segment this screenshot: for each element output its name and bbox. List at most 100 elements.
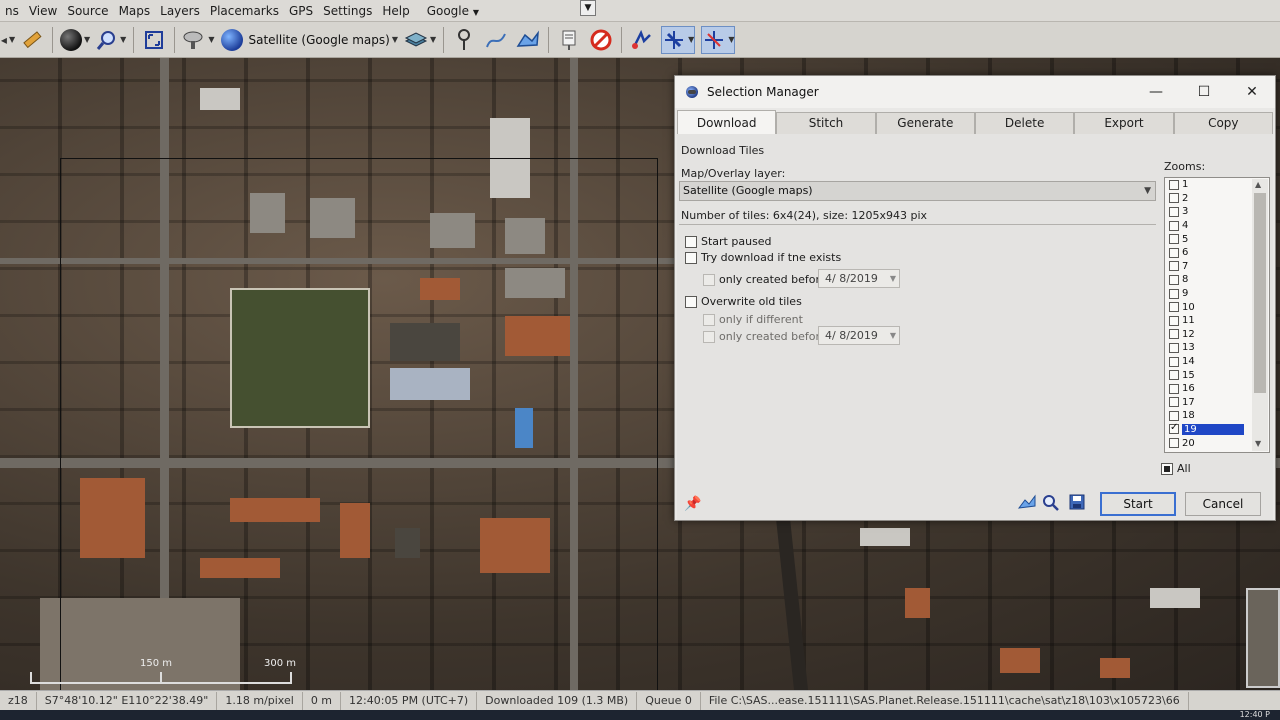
tab-generate[interactable]: Generate — [875, 112, 975, 134]
zoom-checkbox[interactable] — [1169, 206, 1179, 217]
all-zooms-option[interactable]: All — [1161, 462, 1191, 475]
only-if-different-option[interactable]: only if different — [703, 313, 803, 326]
scroll-up-icon[interactable]: ▲ — [1255, 180, 1261, 189]
tab-stitch[interactable]: Stitch — [776, 112, 876, 134]
toolbar-separator — [133, 26, 135, 53]
zoom-checkbox[interactable] — [1169, 247, 1179, 258]
zoom-checkbox[interactable] — [1169, 438, 1179, 449]
map-source-selector[interactable]: Satellite (Google maps) ▼ — [221, 26, 398, 54]
toolbar-separator — [52, 26, 53, 53]
menu-view[interactable]: View — [24, 4, 62, 18]
status-queue: Queue 0 — [637, 691, 701, 710]
minimize-button[interactable]: — — [1141, 81, 1171, 103]
try-download-option[interactable]: Try download if tne exists — [685, 251, 841, 264]
menu-partial[interactable]: ns — [0, 4, 24, 18]
try-download-checkbox[interactable] — [685, 251, 697, 264]
close-button[interactable]: ✕ — [1237, 81, 1267, 103]
zoom-checkbox[interactable] — [1169, 288, 1179, 299]
download-panel: Download Tiles Map/Overlay layer: Satell… — [677, 134, 1273, 520]
tab-delete[interactable]: Delete — [974, 112, 1075, 134]
only-created-before-checkbox-2[interactable] — [703, 330, 715, 343]
collapse-toolbar-icon[interactable]: ▼ — [580, 0, 596, 16]
only-created-before-label-1: only created before — [719, 273, 827, 286]
cancel-button[interactable]: Cancel — [1185, 492, 1261, 516]
satellite-dish-icon[interactable]: ▼ — [182, 26, 214, 54]
zoom-checkbox[interactable] — [1169, 179, 1179, 190]
start-paused-checkbox[interactable] — [685, 235, 697, 248]
fullscreen-icon[interactable] — [141, 26, 167, 54]
app-icon — [685, 85, 699, 99]
placemark-icon[interactable] — [451, 26, 477, 54]
zoom-checkbox[interactable] — [1169, 342, 1179, 353]
minimap[interactable] — [1246, 588, 1280, 688]
overwrite-option[interactable]: Overwrite old tiles — [685, 295, 802, 308]
overwrite-checkbox[interactable] — [685, 295, 697, 308]
zoom-checkbox[interactable] — [1169, 315, 1179, 326]
zoom-list-scrollbar[interactable]: ▲ ▼ — [1252, 179, 1268, 451]
start-button[interactable]: Start — [1100, 492, 1176, 516]
only-created-before-option-1[interactable]: only created before — [703, 273, 827, 286]
tab-download[interactable]: Download — [677, 110, 777, 134]
menu-source[interactable]: Source — [62, 4, 113, 18]
zoom-checkbox[interactable] — [1169, 261, 1179, 272]
scroll-down-icon[interactable]: ▼ — [1255, 439, 1261, 448]
polygon-icon[interactable] — [515, 26, 541, 54]
menu-layers[interactable]: Layers — [155, 4, 205, 18]
only-created-before-checkbox-1[interactable] — [703, 273, 715, 286]
zoom-checkbox[interactable] — [1169, 220, 1179, 231]
menu-maps[interactable]: Maps — [114, 4, 156, 18]
all-zooms-checkbox[interactable] — [1161, 462, 1173, 475]
select-on-map-icon[interactable] — [1017, 494, 1037, 514]
zoom-to-selection-icon[interactable] — [1041, 494, 1061, 514]
zoom-checkbox[interactable] — [1169, 302, 1179, 313]
save-icon[interactable] — [1067, 494, 1087, 514]
zoom-checkbox[interactable] — [1169, 397, 1179, 408]
menu-help[interactable]: Help — [377, 4, 414, 18]
zoom-magnifier-icon[interactable]: ▼ — [96, 26, 126, 54]
start-paused-option[interactable]: Start paused — [685, 235, 772, 248]
menu-settings[interactable]: Settings — [318, 4, 377, 18]
menu-placemarks[interactable]: Placemarks — [205, 4, 284, 18]
dialog-titlebar[interactable]: Selection Manager — ☐ ✕ — [675, 76, 1275, 108]
zoom-checkbox[interactable] — [1169, 193, 1179, 204]
menu-google[interactable]: Google ▼ — [421, 4, 485, 18]
move-tool-icon[interactable]: ◂ ▼ — [1, 26, 15, 54]
date-picker-1[interactable]: 4/ 8/2019 ▼ — [818, 269, 900, 288]
chevron-down-icon: ▼ — [889, 331, 896, 340]
zoom-checkbox[interactable] — [1169, 370, 1179, 381]
zoom-level: 9 — [1182, 288, 1189, 300]
zoom-list[interactable]: 1 2 3 4 5 6 7 8 9 10 11 12 13 14 15 16 1… — [1164, 177, 1270, 453]
dialog-tabs: Download Stitch Generate Delete Export C… — [677, 110, 1273, 134]
layers-icon[interactable]: ▼ — [404, 26, 436, 54]
zoom-checkbox-checked[interactable] — [1169, 422, 1179, 435]
maximize-button[interactable]: ☐ — [1189, 81, 1219, 103]
tab-export[interactable]: Export — [1074, 112, 1174, 134]
zoom-checkbox[interactable] — [1169, 383, 1179, 394]
toolbar: ◂ ▼ ▼ ▼ ▼ Satellite (Google maps) ▼ ▼ ▼ ▼ — [0, 22, 1280, 58]
gps-track-icon[interactable] — [629, 26, 655, 54]
zoom-checkbox[interactable] — [1169, 234, 1179, 245]
only-if-different-checkbox[interactable] — [703, 313, 715, 326]
zoom-checkbox[interactable] — [1169, 329, 1179, 340]
path-icon[interactable] — [483, 26, 509, 54]
selection-tool-2-icon[interactable]: ▼ — [701, 25, 736, 54]
zoom-checkbox[interactable] — [1169, 410, 1179, 421]
layer-label: Map/Overlay layer: — [681, 167, 786, 180]
menu-gps[interactable]: GPS — [284, 4, 318, 18]
date-picker-2[interactable]: 4/ 8/2019 ▼ — [818, 326, 900, 345]
pin-icon[interactable]: 📌 — [683, 494, 703, 514]
only-created-before-option-2[interactable]: only created before — [703, 330, 827, 343]
tab-copy[interactable]: Copy — [1173, 112, 1273, 134]
ruler-icon[interactable] — [19, 26, 45, 54]
zoom-checkbox[interactable] — [1169, 356, 1179, 367]
scrollbar-thumb[interactable] — [1254, 193, 1266, 393]
selection-rectangle[interactable] — [60, 158, 658, 692]
status-coordinates: S7°48'10.12" E110°22'38.49" — [37, 691, 218, 710]
menu-google-label: Google — [426, 3, 470, 18]
zoom-globe-icon[interactable]: ▼ — [60, 26, 90, 54]
layer-select[interactable]: Satellite (Google maps) ▼ — [679, 181, 1156, 201]
zoom-checkbox[interactable] — [1169, 274, 1179, 285]
selection-tool-icon[interactable]: ▼ — [661, 25, 696, 54]
stop-icon[interactable] — [588, 26, 614, 54]
placemark-manager-icon[interactable] — [556, 26, 582, 54]
